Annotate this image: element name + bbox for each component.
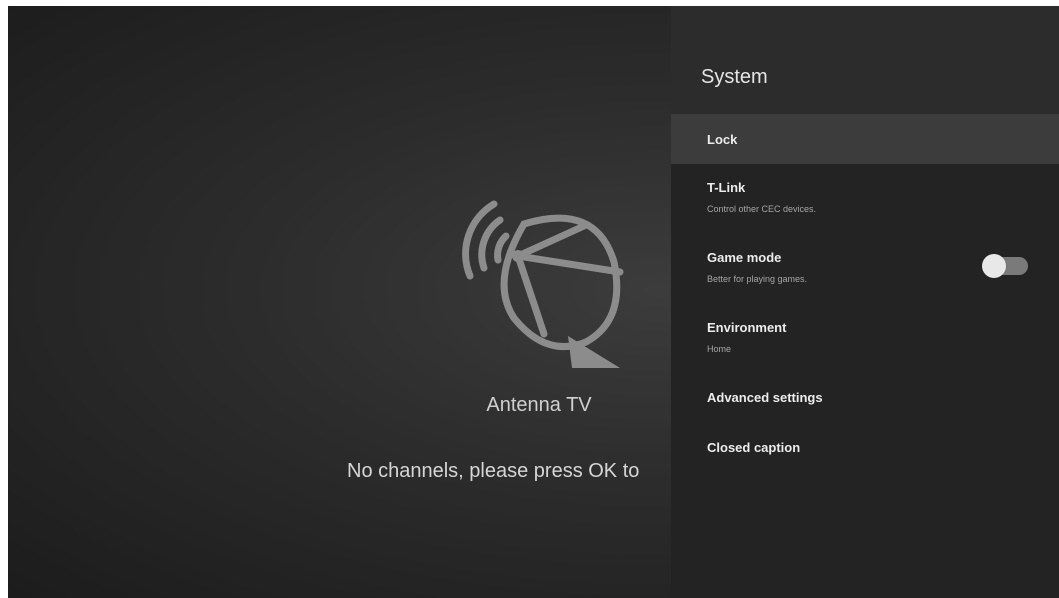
menu-item-lock[interactable]: Lock <box>671 114 1059 164</box>
menu-item-subtitle: Control other CEC devices. <box>707 204 817 214</box>
live-tv-pane: Antenna TV No channels, please press OK … <box>8 6 671 598</box>
system-settings-panel: System Lock T-Link Control other CEC dev… <box>671 6 1059 598</box>
tv-screen: Antenna TV No channels, please press OK … <box>8 6 1059 598</box>
menu-item-closed-caption[interactable]: Closed caption <box>671 428 1059 470</box>
menu-item-label: Environment <box>707 320 787 335</box>
panel-title: System <box>701 66 768 88</box>
menu-item-game-mode[interactable]: Game mode Better for playing games. <box>671 238 1059 296</box>
menu-item-label: Advanced settings <box>707 390 823 405</box>
menu-item-subtitle: Home <box>707 344 732 354</box>
menu-item-environment[interactable]: Environment Home <box>671 308 1059 366</box>
toggle-knob <box>982 254 1006 278</box>
source-title: Antenna TV <box>486 394 592 416</box>
menu-item-label: Lock <box>707 132 738 147</box>
menu-item-t-link[interactable]: T-Link Control other CEC devices. <box>671 168 1059 226</box>
menu-item-advanced-settings[interactable]: Advanced settings <box>671 378 1059 420</box>
menu-item-label: T-Link <box>707 180 746 195</box>
menu-item-subtitle: Better for playing games. <box>707 274 808 284</box>
menu-item-label: Closed caption <box>707 440 801 455</box>
game-mode-toggle[interactable] <box>982 254 1030 278</box>
no-channels-message: No channels, please press OK to <box>347 460 640 482</box>
satellite-dish-icon <box>462 200 624 368</box>
menu-item-label: Game mode <box>707 250 782 265</box>
panel-header: System <box>671 6 1059 114</box>
